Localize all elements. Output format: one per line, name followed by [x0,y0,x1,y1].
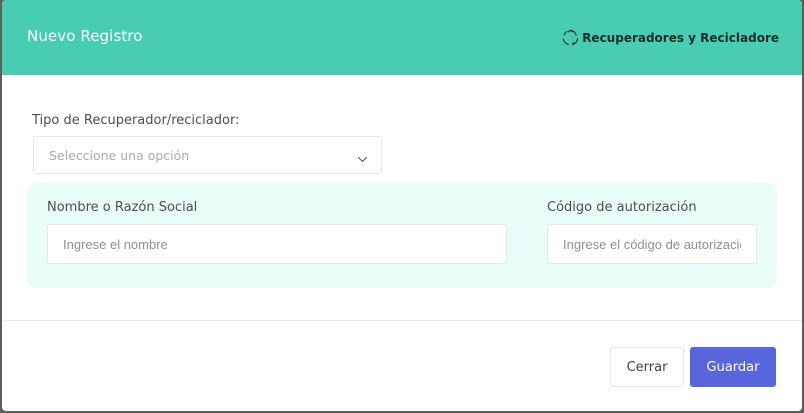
details-panel: Nombre o Razón Social Código de autoriza… [27,183,777,288]
auth-code-label: Código de autorización [547,200,697,215]
recycle-icon [562,29,579,46]
header-brand: Recuperadores y Recicladore [562,29,779,46]
name-label: Nombre o Razón Social [47,200,198,215]
modal-header: Nuevo Registro Recuperadores y Reciclado… [2,0,802,75]
save-button[interactable]: Guardar [690,347,776,387]
recycler-type-label: Tipo de Recuperador/reciclador: [32,113,240,128]
close-button[interactable]: Cerrar [610,347,684,387]
auth-code-input[interactable] [547,224,757,264]
footer-divider [2,320,802,321]
recycler-type-select[interactable]: Seleccione una opción [33,136,382,174]
name-input[interactable] [47,224,507,264]
modal-title: Nuevo Registro [27,27,143,45]
chevron-down-icon [357,150,368,163]
brand-label: Recuperadores y Recicladore [582,30,779,45]
new-record-modal: Nuevo Registro Recuperadores y Reciclado… [2,0,802,411]
recycler-type-select-value: Seleccione una opción [49,148,190,163]
